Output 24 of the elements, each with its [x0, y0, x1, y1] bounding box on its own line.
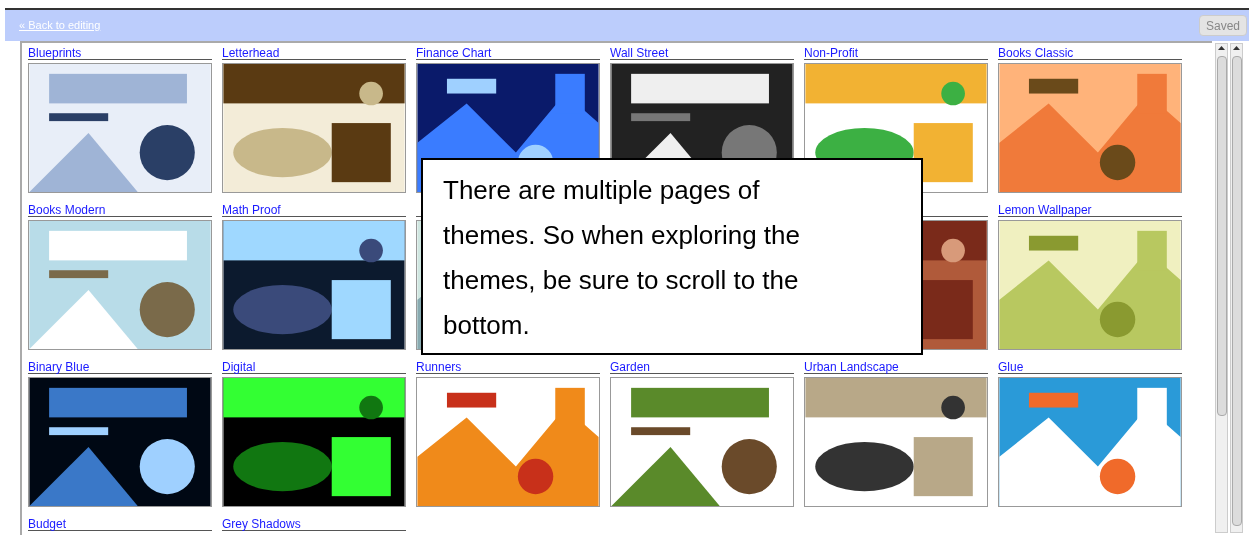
theme-link[interactable]: Math Proof [222, 203, 281, 217]
theme-link[interactable]: Wall Street [610, 46, 669, 60]
theme-link[interactable]: Grey Shadows [222, 517, 301, 531]
theme-link[interactable]: Garden [610, 360, 651, 374]
callout-text: There are multiple pages of themes. So when exploring the themes, be sure to scroll to the bottom. [443, 174, 801, 342]
theme-link[interactable]: Digital [222, 360, 256, 374]
theme-link[interactable]: Books Modern [28, 203, 106, 217]
scrollbar[interactable] [1230, 43, 1243, 533]
theme-link[interactable]: Blueprints [28, 46, 82, 60]
theme-link[interactable]: Letterhead [222, 46, 280, 60]
theme-link[interactable]: Runners [416, 360, 462, 374]
scroll-thumb[interactable] [1231, 56, 1242, 526]
theme-link[interactable]: Books Classic [998, 46, 1074, 60]
theme-link[interactable]: Budget [28, 517, 67, 531]
scroll-up-icon[interactable] [1233, 46, 1240, 50]
theme-link[interactable]: Urban Landscape [804, 360, 899, 374]
scroll-thumb[interactable] [1216, 56, 1227, 416]
theme-link[interactable]: Lemon Wallpaper [998, 203, 1092, 217]
scroll-up-icon[interactable] [1218, 46, 1225, 50]
theme-link[interactable]: Binary Blue [28, 360, 90, 374]
theme-link[interactable]: Finance Chart [416, 46, 492, 60]
scrollbar[interactable] [1215, 43, 1228, 533]
theme-link[interactable]: Non-Profit [804, 46, 859, 60]
theme-link[interactable]: Glue [998, 360, 1024, 374]
